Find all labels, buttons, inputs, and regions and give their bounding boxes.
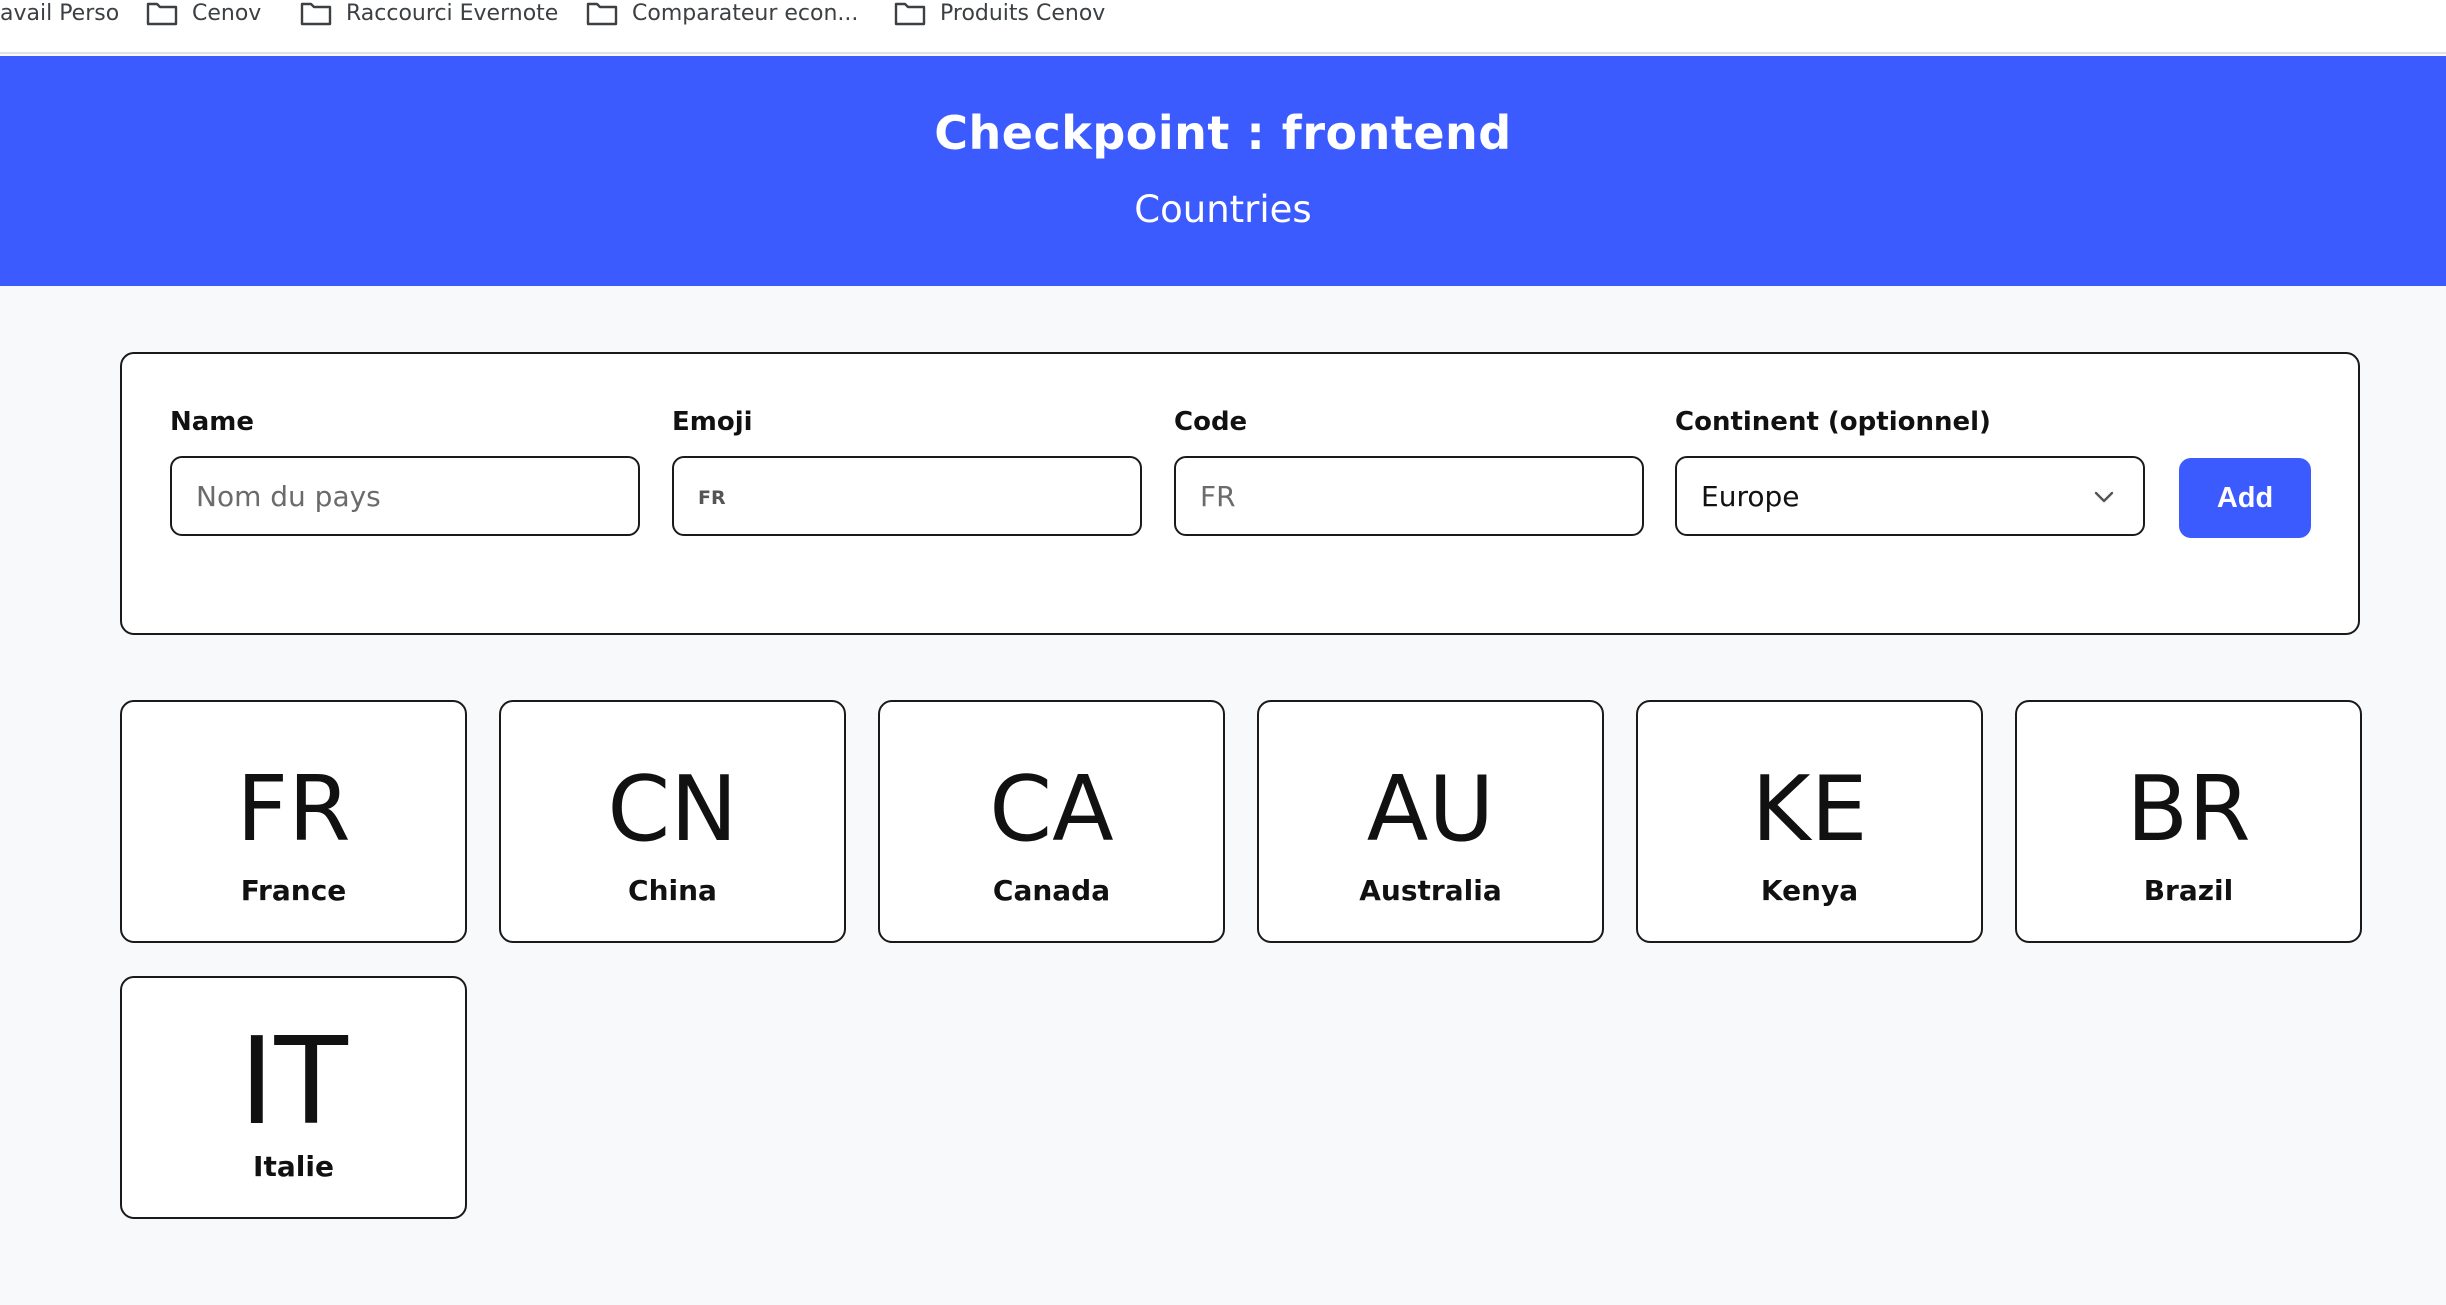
name-input[interactable]: Nom du pays bbox=[170, 456, 640, 536]
page-header: Checkpoint : frontend Countries bbox=[0, 56, 2446, 286]
country-code: CA bbox=[989, 757, 1114, 862]
country-card[interactable]: FR France bbox=[120, 700, 467, 943]
emoji-placeholder: FR bbox=[698, 487, 726, 509]
country-code: KE bbox=[1751, 757, 1868, 862]
bookmark-comparateur[interactable]: Comparateur econ... bbox=[586, 0, 858, 26]
bookmark-produits-cenov[interactable]: Produits Cenov bbox=[894, 0, 1105, 26]
country-card[interactable]: CA Canada bbox=[878, 700, 1225, 943]
folder-icon bbox=[146, 2, 178, 26]
add-country-form: Name Nom du pays Emoji FR Code FR Contin… bbox=[120, 352, 2360, 635]
country-code: AU bbox=[1366, 757, 1495, 862]
country-code: IT bbox=[239, 1013, 348, 1152]
bookmark-label: Raccourci Evernote bbox=[346, 0, 559, 26]
name-field-group: Name Nom du pays bbox=[170, 406, 640, 536]
bookmark-travail-perso[interactable]: avail Perso bbox=[0, 0, 119, 26]
country-code: FR bbox=[236, 757, 351, 862]
folder-icon bbox=[586, 2, 618, 26]
bookmark-label: Comparateur econ... bbox=[632, 0, 859, 26]
bookmark-label: Cenov bbox=[192, 0, 262, 26]
country-name: France bbox=[240, 874, 347, 907]
emoji-label: Emoji bbox=[672, 407, 753, 437]
chevron-down-icon bbox=[2094, 491, 2114, 503]
emoji-input[interactable]: FR bbox=[672, 456, 1142, 536]
country-card[interactable]: IT Italie bbox=[120, 976, 467, 1219]
country-card[interactable]: KE Kenya bbox=[1636, 700, 1983, 943]
country-code: CN bbox=[607, 757, 738, 862]
continent-select[interactable]: Europe bbox=[1675, 456, 2145, 536]
folder-icon bbox=[300, 2, 332, 26]
country-card[interactable]: CN China bbox=[499, 700, 846, 943]
country-name: Australia bbox=[1359, 874, 1502, 907]
continent-label: Continent (optionnel) bbox=[1675, 407, 1991, 437]
continent-selected-value: Europe bbox=[1701, 479, 1800, 513]
bookmark-raccourci-evernote[interactable]: Raccourci Evernote bbox=[300, 0, 558, 26]
bookmark-cenov[interactable]: Cenov bbox=[146, 0, 261, 26]
country-code: BR bbox=[2126, 757, 2251, 862]
folder-icon bbox=[894, 2, 926, 26]
country-name: Canada bbox=[992, 874, 1111, 907]
bookmark-label: avail Perso bbox=[0, 0, 120, 26]
code-field-group: Code FR bbox=[1174, 406, 1644, 536]
bookmark-label: Produits Cenov bbox=[940, 0, 1106, 26]
code-placeholder: FR bbox=[1200, 479, 1236, 513]
name-placeholder: Nom du pays bbox=[196, 479, 381, 513]
country-name: Italie bbox=[253, 1150, 334, 1183]
country-card[interactable]: AU Australia bbox=[1257, 700, 1604, 943]
emoji-field-group: Emoji FR bbox=[672, 406, 1142, 536]
country-name: Kenya bbox=[1760, 874, 1859, 907]
code-input[interactable]: FR bbox=[1174, 456, 1644, 536]
country-card[interactable]: BR Brazil bbox=[2015, 700, 2362, 943]
code-label: Code bbox=[1174, 407, 1248, 437]
bookmarks-bar: avail Perso Cenov Raccourci Evernote Com… bbox=[0, 0, 2446, 54]
page-title: Checkpoint : frontend bbox=[934, 106, 1512, 160]
country-name: China bbox=[628, 874, 717, 907]
page-subtitle: Countries bbox=[1134, 188, 1312, 231]
name-label: Name bbox=[170, 407, 255, 437]
add-button[interactable]: Add bbox=[2179, 458, 2311, 538]
continent-field-group: Continent (optionnel) Europe bbox=[1675, 406, 2145, 536]
country-name: Brazil bbox=[2143, 874, 2234, 907]
